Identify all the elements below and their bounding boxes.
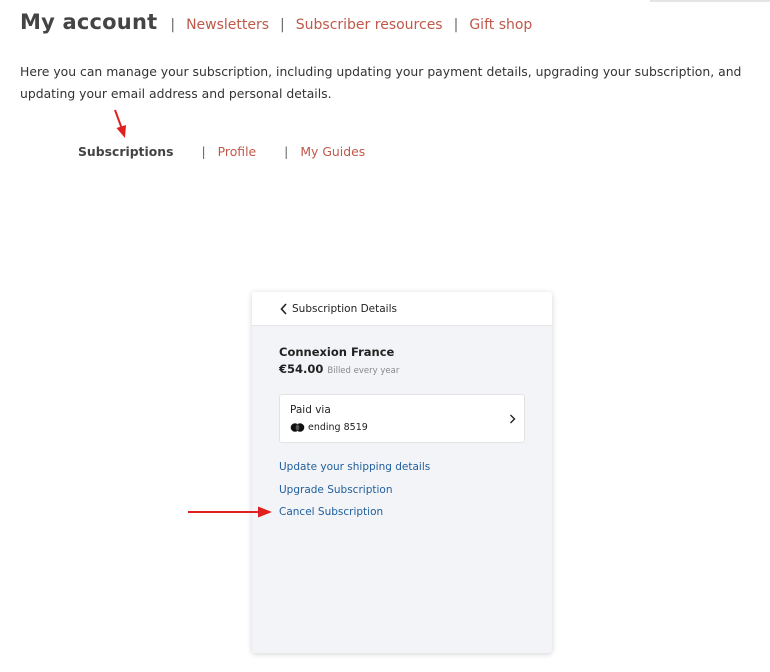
subnav-separator: |	[201, 144, 206, 159]
page-title: My account	[20, 10, 158, 34]
card-back-header[interactable]: Subscription Details	[252, 292, 552, 326]
chevron-left-icon	[280, 302, 287, 315]
mastercard-icon	[290, 423, 305, 432]
nav-link-subscriber-resources[interactable]: Subscriber resources	[296, 17, 443, 33]
annotation-arrow-down-icon	[114, 109, 126, 138]
tab-subscriptions[interactable]: Subscriptions	[78, 144, 173, 159]
product-name: Connexion France	[279, 345, 395, 359]
tab-profile[interactable]: Profile	[218, 144, 257, 159]
nav-separator: |	[170, 17, 176, 33]
subnav-separator: |	[284, 144, 289, 159]
update-shipping-link[interactable]: Update your shipping details	[279, 461, 430, 473]
page: My account | Newsletters | Subscriber re…	[0, 0, 770, 672]
tab-my-guides[interactable]: My Guides	[300, 144, 365, 159]
chevron-right-icon	[510, 414, 516, 424]
payment-method-box[interactable]: Paid via ending 8519	[279, 394, 525, 443]
billing-frequency: Billed every year	[327, 366, 400, 376]
account-header-nav: My account | Newsletters | Subscriber re…	[20, 10, 532, 34]
card-ending-digits: ending 8519	[308, 422, 368, 433]
account-subnav: Subscriptions | Profile | My Guides	[78, 144, 365, 159]
upgrade-subscription-link[interactable]: Upgrade Subscription	[279, 484, 392, 496]
price-row: €54.00 Billed every year	[279, 362, 399, 376]
nav-link-newsletters[interactable]: Newsletters	[186, 17, 269, 33]
price-value: €54.00	[279, 362, 324, 376]
nav-separator: |	[453, 17, 459, 33]
top-edge-shadow	[650, 0, 770, 2]
nav-separator: |	[280, 17, 285, 33]
intro-text: Here you can manage your subscription, i…	[20, 64, 742, 101]
card-info-row: ending 8519	[290, 422, 368, 433]
subscription-details-card: Subscription Details Connexion France €5…	[252, 292, 552, 653]
paid-via-label: Paid via	[290, 404, 331, 416]
nav-link-gift-shop[interactable]: Gift shop	[469, 17, 532, 33]
cancel-subscription-link[interactable]: Cancel Subscription	[279, 506, 383, 518]
card-header-title: Subscription Details	[292, 302, 397, 315]
